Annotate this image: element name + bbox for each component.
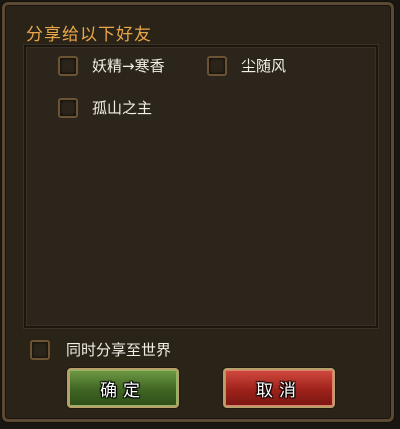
share-world-option[interactable]: 同时分享至世界 [30, 339, 171, 360]
friend-list-panel [24, 45, 378, 328]
friend-checkbox[interactable] [207, 55, 227, 76]
friend-name: 孤山之主 [92, 99, 153, 117]
friend-item[interactable]: 尘随风 [207, 55, 286, 76]
friend-checkbox[interactable] [58, 97, 78, 118]
confirm-button[interactable]: 确定 [67, 368, 179, 408]
friend-item[interactable]: 孤山之主 [58, 97, 152, 118]
share-world-checkbox[interactable] [30, 339, 50, 360]
friend-name: 尘随风 [241, 57, 287, 75]
share-world-label: 同时分享至世界 [66, 341, 172, 359]
friend-checkbox[interactable] [58, 55, 78, 76]
cancel-button[interactable]: 取消 [223, 368, 335, 408]
friend-item[interactable]: 妖精→寒香 [58, 55, 165, 76]
friend-name: 妖精→寒香 [92, 57, 165, 75]
dialog-title: 分享给以下好友 [26, 25, 152, 45]
